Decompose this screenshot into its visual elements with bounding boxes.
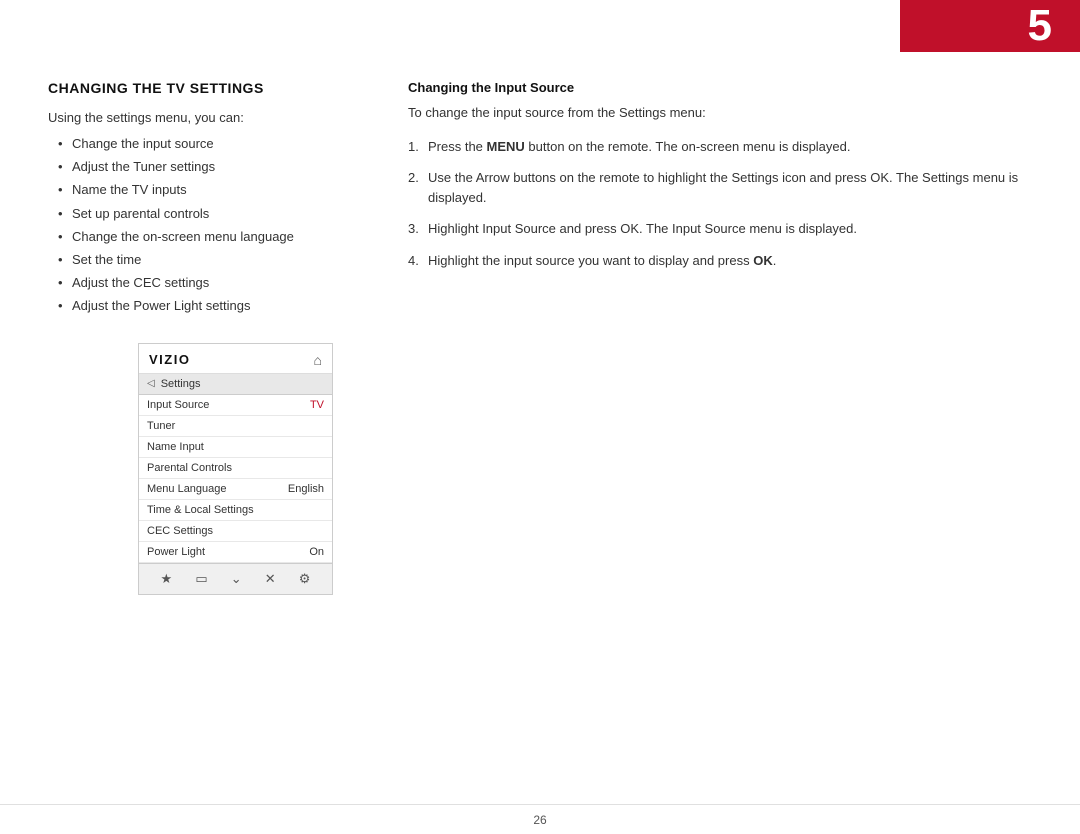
gear-icon: ⚙ [299,571,311,587]
menu-item-label: Time & Local Settings [147,504,254,516]
step-2: Use the Arrow buttons on the remote to h… [408,168,1032,207]
rectangle-icon: ▭ [195,571,207,587]
steps-list: Press the MENU button on the remote. The… [408,137,1032,283]
list-item: Name the TV inputs [58,181,368,199]
nav-back-icon: ◁ [147,378,155,389]
menu-item-label: Name Input [147,441,204,453]
menu-item-parental: Parental Controls [139,458,332,479]
nav-label: Settings [161,378,201,390]
menu-item-cec: CEC Settings [139,521,332,542]
right-column: Changing the Input Source To change the … [408,80,1032,784]
menu-item-value: English [288,483,324,495]
close-icon: ✕ [265,571,276,587]
step-4: Highlight the input source you want to d… [408,251,1032,271]
bold-menu: MENU [487,139,525,154]
list-item: Adjust the CEC settings [58,274,368,292]
list-item: Change the on-screen menu language [58,228,368,246]
menu-item-label: Tuner [147,420,175,432]
step-3: Highlight Input Source and press OK. The… [408,219,1032,239]
list-item: Set the time [58,251,368,269]
home-icon: ⌂ [314,352,322,368]
step-1: Press the MENU button on the remote. The… [408,137,1032,157]
chapter-number: 5 [1028,4,1052,48]
right-intro: To change the input source from the Sett… [408,103,1032,123]
menu-item-input-source: Input Source TV [139,395,332,416]
top-bar: 5 [900,0,1080,52]
menu-item-label: Power Light [147,546,205,558]
tv-nav: ◁ Settings [139,374,332,395]
intro-text: Using the settings menu, you can: [48,110,368,125]
list-item: Set up parental controls [58,205,368,223]
menu-item-label: Parental Controls [147,462,232,474]
menu-item-value: On [309,546,324,558]
star-icon: ★ [161,571,173,587]
bullet-list: Change the input source Adjust the Tuner… [58,135,368,321]
menu-item-name-input: Name Input [139,437,332,458]
section-title: CHANGING THE TV SETTINGS [48,80,368,96]
left-column: CHANGING THE TV SETTINGS Using the setti… [48,80,368,784]
chevron-down-icon: ⌄ [231,571,242,587]
list-item: Adjust the Tuner settings [58,158,368,176]
menu-item-power-light: Power Light On [139,542,332,563]
menu-item-label: CEC Settings [147,525,213,537]
menu-item-time: Time & Local Settings [139,500,332,521]
menu-item-value: TV [310,399,324,411]
bold-ok: OK [753,253,773,268]
main-content: CHANGING THE TV SETTINGS Using the setti… [0,52,1080,804]
list-item: Change the input source [58,135,368,153]
list-item: Adjust the Power Light settings [58,297,368,315]
bottom-bar: 26 [0,804,1080,834]
tv-mockup: VIZIO ⌂ ◁ Settings Input Source TV Tuner… [138,343,333,595]
vizio-logo: VIZIO [149,352,190,367]
menu-item-tuner: Tuner [139,416,332,437]
menu-item-label: Input Source [147,399,209,411]
page-number: 26 [533,813,546,827]
menu-item-menu-language: Menu Language English [139,479,332,500]
tv-footer: ★ ▭ ⌄ ✕ ⚙ [139,563,332,594]
menu-item-label: Menu Language [147,483,227,495]
tv-header: VIZIO ⌂ [139,344,332,374]
subsection-title: Changing the Input Source [408,80,1032,95]
